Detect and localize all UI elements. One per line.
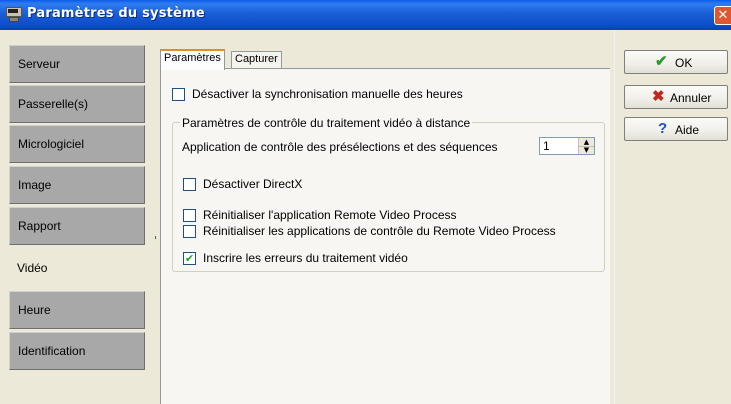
sidebar-item-image[interactable]: Image (9, 166, 145, 204)
sidebar-item-video[interactable]: Vidéo (9, 250, 145, 288)
sidebar-item-label: Serveur (18, 57, 61, 71)
tab-label: Paramètres (164, 52, 221, 64)
presets-spinner[interactable]: 1 ▲ ▼ (539, 137, 595, 155)
tab-parametres[interactable]: Paramètres (160, 49, 225, 70)
log-errors-checkbox[interactable]: ✔ (183, 252, 196, 265)
disable-directx-checkbox[interactable] (183, 178, 196, 191)
tab-capturer[interactable]: Capturer (231, 51, 282, 68)
reset-app-checkbox[interactable] (183, 209, 196, 222)
presets-value: 1 (543, 139, 550, 153)
checkmark-icon: ✔ (655, 53, 668, 70)
x-icon: ✖ (652, 88, 665, 105)
disable-manual-sync-label: Désactiver la synchronisation manuelle d… (192, 87, 463, 101)
cancel-label: Annuler (670, 91, 712, 105)
reset-app-label: Réinitialiser l'application Remote Video… (203, 208, 457, 222)
help-label: Aide (675, 123, 700, 137)
sidebar-item-label: Heure (18, 303, 51, 317)
title-bar: Paramètres du système ✕ (0, 0, 731, 30)
disable-directx-label: Désactiver DirectX (203, 177, 303, 191)
reset-control-apps-checkbox[interactable] (183, 225, 196, 238)
sidebar-item-label: Rapport (18, 219, 61, 233)
sidebar-item-label: Image (18, 178, 52, 192)
disable-manual-sync-checkbox[interactable] (172, 88, 185, 101)
log-errors-label: Inscrire les erreurs du traitement vidéo (203, 251, 408, 265)
spinner-buttons: ▲ ▼ (578, 138, 594, 154)
help-button[interactable]: ? Aide (624, 117, 728, 141)
sidebar-item-label: Identification (18, 344, 86, 358)
spinner-down-arrow-icon[interactable]: ▼ (579, 146, 594, 154)
sidebar-item-label: Vidéo (17, 261, 48, 275)
sidebar-item-label: Passerelle(s) (18, 97, 89, 111)
sidebar-item-micrologiciel[interactable]: Micrologiciel (9, 125, 145, 163)
system-settings-icon (6, 7, 22, 22)
close-button[interactable]: ✕ (714, 6, 731, 25)
window-title: Paramètres du système (27, 6, 205, 21)
sidebar-item-passerelles[interactable]: Passerelle(s) (9, 85, 145, 123)
sidebar-item-identification[interactable]: Identification (9, 332, 145, 370)
sidebar-item-heure[interactable]: Heure (9, 291, 145, 329)
sidebar-item-rapport[interactable]: Rapport (9, 207, 145, 245)
cancel-button[interactable]: ✖ Annuler (624, 85, 728, 109)
group-title: Paramètres de contrôle du traitement vid… (180, 116, 473, 130)
ok-label: OK (675, 56, 693, 70)
presets-label: Application de contrôle des présélection… (182, 140, 498, 154)
ok-button[interactable]: ✔ OK (624, 50, 728, 74)
tab-label: Capturer (235, 53, 278, 65)
sidebar-item-label: Micrologiciel (18, 137, 85, 151)
reset-control-apps-label: Réinitialiser les applications de contrô… (203, 224, 556, 238)
sidebar-item-serveur[interactable]: Serveur (9, 45, 145, 83)
question-icon: ? (658, 120, 668, 137)
